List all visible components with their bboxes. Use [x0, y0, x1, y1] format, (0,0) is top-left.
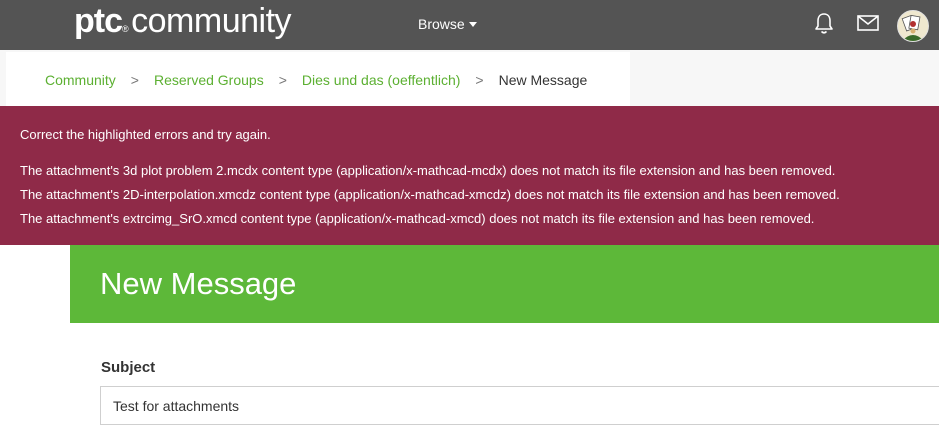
logo-text: community	[131, 2, 292, 40]
ptc-community-logo[interactable]: ptc®community	[74, 0, 292, 42]
logo-registered-mark: ®	[122, 24, 129, 34]
error-message: The attachment's 3d plot problem 2.mcdx …	[20, 163, 836, 178]
error-message: The attachment's 2D-interpolation.xmcdz …	[20, 187, 840, 202]
caret-down-icon	[468, 21, 477, 27]
breadcrumb-separator: >	[130, 72, 139, 88]
subject-input[interactable]	[100, 386, 939, 425]
browse-menu-button[interactable]: Browse	[418, 16, 477, 32]
breadcrumb-link-reserved-groups[interactable]: Reserved Groups	[154, 72, 264, 88]
breadcrumb-link-dies-und-das[interactable]: Dies und das (oeffentlich)	[302, 72, 461, 88]
logo-brand: ptc	[74, 2, 123, 40]
page-title-banner: New Message	[70, 245, 939, 323]
top-navigation-bar: ptc®community Browse	[0, 0, 939, 50]
error-alert: Correct the highlighted errors and try a…	[0, 106, 939, 245]
subject-label: Subject	[101, 359, 156, 376]
page-title: New Message	[100, 266, 297, 301]
error-summary: Correct the highlighted errors and try a…	[20, 127, 271, 142]
breadcrumb-separator: >	[278, 72, 287, 88]
error-message: The attachment's extrcimg_SrO.xmcd conte…	[20, 211, 815, 226]
breadcrumb-separator: >	[475, 72, 484, 88]
breadcrumb: Community > Reserved Groups > Dies und das (…	[45, 72, 587, 88]
browse-label: Browse	[418, 16, 465, 32]
mail-icon[interactable]	[857, 14, 879, 37]
breadcrumb-current: New Message	[498, 72, 588, 88]
bell-icon[interactable]	[814, 12, 834, 41]
user-avatar[interactable]	[897, 10, 929, 42]
breadcrumb-link-community[interactable]: Community	[45, 72, 116, 88]
